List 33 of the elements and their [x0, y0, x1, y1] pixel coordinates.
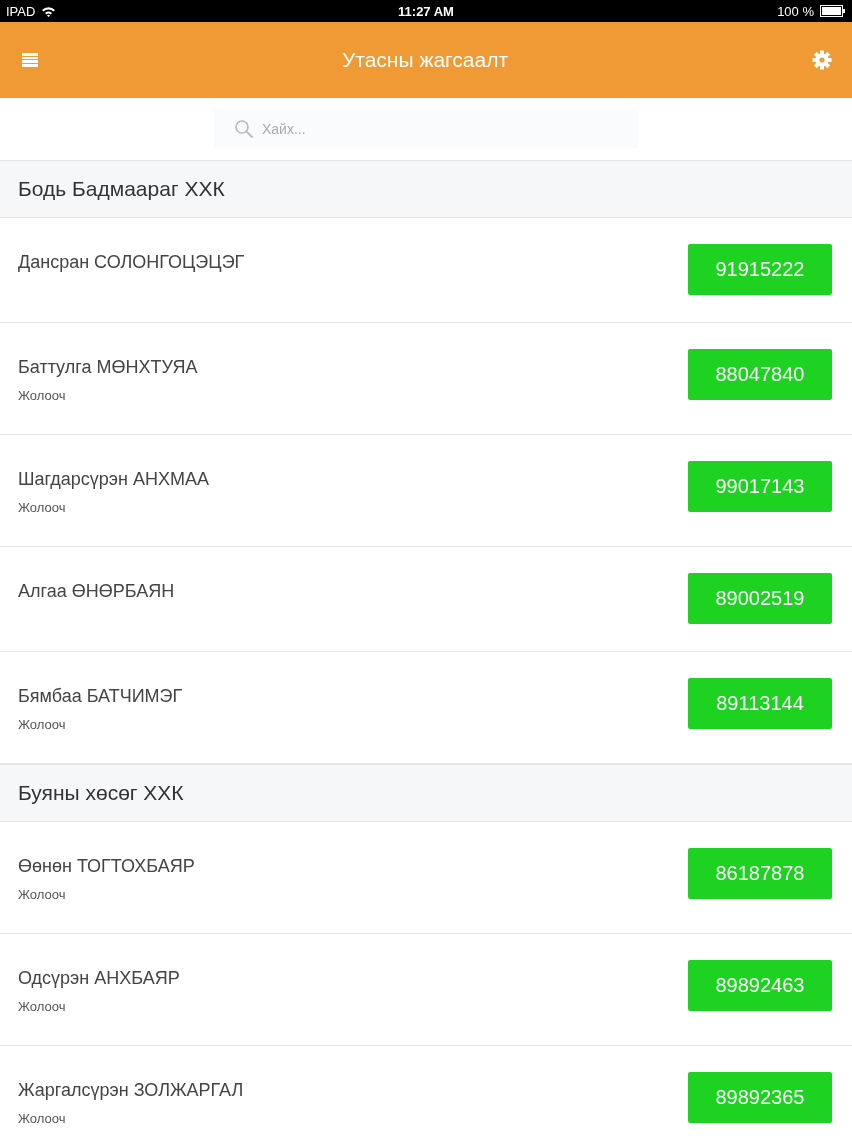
contact-name: Шагдарсүрэн АНХМАА: [18, 469, 209, 490]
contact-name: Жаргалсүрэн ЗОЛЖАРГАЛ: [18, 1080, 244, 1101]
contact-name: Алгаа ӨНӨРБАЯН: [18, 581, 175, 602]
carrier-label: IPAD: [6, 3, 36, 19]
contact-name: Дансран СОЛОНГОЦЭЦЭГ: [18, 252, 245, 273]
phone-button[interactable]: 89113144: [688, 678, 832, 729]
phone-button[interactable]: 89892365: [688, 1072, 832, 1123]
contact-role: Жолооч: [18, 999, 67, 1014]
wifi-icon: [41, 5, 57, 17]
company-name: Буяны хөсөг ХХК: [18, 781, 184, 805]
phone-button[interactable]: 89002519: [688, 573, 832, 624]
clock: 11:27 AM: [398, 3, 454, 19]
phone-button[interactable]: 88047840: [688, 349, 832, 400]
contact-name: Бямбаа БАТЧИМЭГ: [18, 686, 183, 707]
company-name: Бодь Бадмаараг ХХК: [18, 177, 225, 201]
contact-role: Жолооч: [18, 388, 67, 403]
page-title: Утасны жагсаалт: [341, 48, 509, 72]
search-field[interactable]: Хайх...: [214, 110, 638, 148]
contact-name: Одсүрэн АНХБАЯР: [18, 968, 180, 989]
contact-role: Жолооч: [18, 1111, 67, 1126]
contact-role: Жолооч: [18, 500, 67, 515]
contact-name: Өөнөн ТОГТОХБАЯР: [18, 856, 195, 877]
battery-percent: 100 %: [777, 3, 814, 19]
phone-button[interactable]: 99017143: [688, 461, 832, 512]
contact-name: Баттулга МӨНХТУЯА: [18, 357, 198, 378]
phone-button[interactable]: 91915222: [688, 244, 832, 295]
phone-button[interactable]: 89892463: [688, 960, 832, 1011]
phone-button[interactable]: 86187878: [688, 848, 832, 899]
settings-icon[interactable]: [812, 50, 832, 70]
contact-role: Жолооч: [18, 887, 67, 902]
menu-icon[interactable]: [22, 53, 38, 67]
battery-icon: [820, 5, 846, 17]
contact-role: Жолооч: [18, 717, 67, 732]
